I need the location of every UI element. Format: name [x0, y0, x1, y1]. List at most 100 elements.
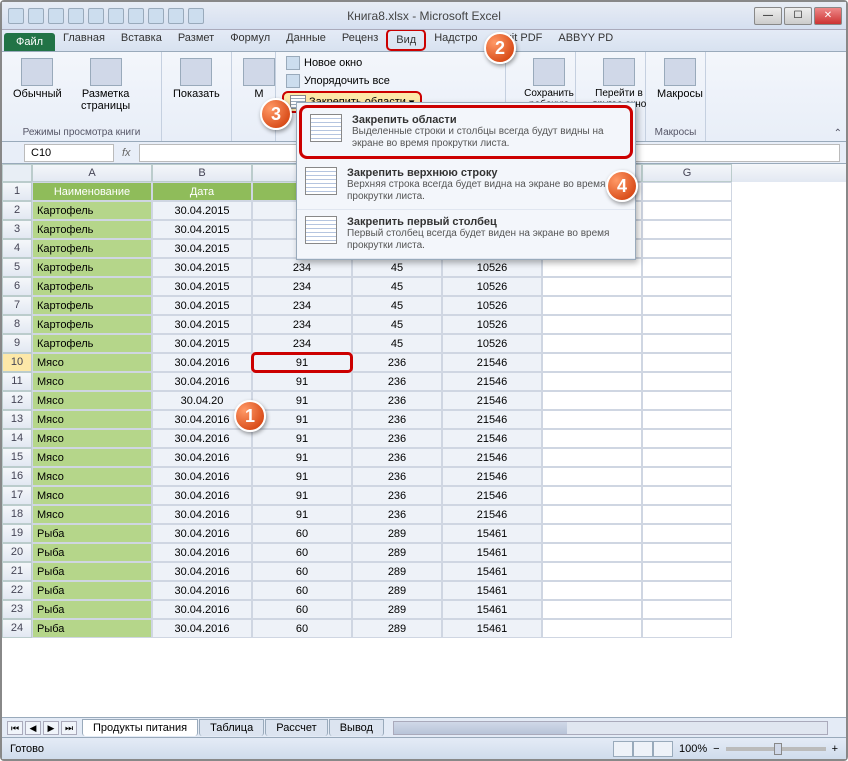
cell[interactable]: 10526	[442, 258, 542, 277]
cell[interactable]: 15461	[442, 581, 542, 600]
row-header[interactable]: 5	[2, 258, 32, 277]
sheet-tab[interactable]: Вывод	[329, 719, 384, 736]
zoom-in-button[interactable]: +	[832, 743, 838, 755]
cell[interactable]	[542, 334, 642, 353]
row-header[interactable]: 9	[2, 334, 32, 353]
cell[interactable]: 289	[352, 619, 442, 638]
cell[interactable]	[542, 448, 642, 467]
row-header[interactable]: 21	[2, 562, 32, 581]
cell[interactable]	[642, 505, 732, 524]
cell[interactable]: 45	[352, 315, 442, 334]
row-header[interactable]: 10	[2, 353, 32, 372]
cell[interactable]: Мясо	[32, 391, 152, 410]
close-button[interactable]: ✕	[814, 7, 842, 25]
cell[interactable]: 30.04.2016	[152, 448, 252, 467]
cell[interactable]	[642, 429, 732, 448]
cell[interactable]: 21546	[442, 410, 542, 429]
cell[interactable]	[542, 296, 642, 315]
cell[interactable]: 60	[252, 600, 352, 619]
cell[interactable]: 21546	[442, 391, 542, 410]
cell[interactable]: 236	[352, 505, 442, 524]
row-header[interactable]: 2	[2, 201, 32, 220]
cell[interactable]	[642, 258, 732, 277]
cell[interactable]: 15461	[442, 600, 542, 619]
view-normal-button[interactable]	[613, 741, 633, 757]
cell[interactable]: Мясо	[32, 353, 152, 372]
cell[interactable]: Картофель	[32, 296, 152, 315]
cell[interactable]	[542, 600, 642, 619]
cell[interactable]: 60	[252, 581, 352, 600]
cell[interactable]: 60	[252, 562, 352, 581]
cell[interactable]	[642, 467, 732, 486]
view-layout-button[interactable]	[633, 741, 653, 757]
row-header[interactable]: 14	[2, 429, 32, 448]
cell[interactable]: 10526	[442, 277, 542, 296]
cell[interactable]: Картофель	[32, 277, 152, 296]
cell[interactable]: 234	[252, 334, 352, 353]
cell[interactable]: 30.04.2016	[152, 600, 252, 619]
cell[interactable]: 30.04.2015	[152, 334, 252, 353]
qat-btn[interactable]	[128, 8, 144, 24]
cell[interactable]: 236	[352, 486, 442, 505]
cell[interactable]	[542, 581, 642, 600]
row-header[interactable]: 16	[2, 467, 32, 486]
cell[interactable]: 45	[352, 334, 442, 353]
cell[interactable]	[542, 391, 642, 410]
ribbon-tab-вставка[interactable]: Вставка	[113, 29, 170, 51]
cell[interactable]: Рыба	[32, 543, 152, 562]
scroll-thumb[interactable]	[394, 722, 567, 734]
column-header-B[interactable]: B	[152, 164, 252, 182]
zoom-thumb[interactable]	[774, 743, 782, 755]
row-header[interactable]: 7	[2, 296, 32, 315]
cell[interactable]: Мясо	[32, 429, 152, 448]
cell[interactable]	[642, 410, 732, 429]
freeze-panes-option[interactable]: Закрепить области Выделенные строки и ст…	[299, 105, 633, 159]
freeze-first-column-option[interactable]: Закрепить первый столбец Первый столбец …	[297, 210, 635, 259]
cell[interactable]	[642, 486, 732, 505]
cell[interactable]: Рыба	[32, 524, 152, 543]
maximize-button[interactable]: ☐	[784, 7, 812, 25]
cell[interactable]: 30.04.2015	[152, 220, 252, 239]
sheet-nav-prev[interactable]: ◀	[25, 721, 41, 735]
cell[interactable]	[542, 372, 642, 391]
cell[interactable]: 236	[352, 391, 442, 410]
cell[interactable]: 30.04.2016	[152, 524, 252, 543]
cell[interactable]: 30.04.2015	[152, 277, 252, 296]
cell[interactable]	[542, 429, 642, 448]
sheet-tab[interactable]: Таблица	[199, 719, 264, 736]
zoom-out-button[interactable]: −	[713, 743, 719, 755]
qat-btn[interactable]	[88, 8, 104, 24]
cell[interactable]	[542, 410, 642, 429]
cell[interactable]	[542, 505, 642, 524]
cell[interactable]: Мясо	[32, 467, 152, 486]
sheet-tab[interactable]: Рассчет	[265, 719, 328, 736]
cell[interactable]: 289	[352, 562, 442, 581]
ribbon-tab-вид[interactable]: Вид	[386, 29, 426, 51]
row-header[interactable]: 23	[2, 600, 32, 619]
cell[interactable]: 289	[352, 581, 442, 600]
cell[interactable]	[542, 524, 642, 543]
cell[interactable]	[642, 353, 732, 372]
row-header[interactable]: 20	[2, 543, 32, 562]
cell[interactable]: Рыба	[32, 581, 152, 600]
zoom-button[interactable]: М	[238, 55, 280, 103]
ribbon-tab-формул[interactable]: Формул	[222, 29, 278, 51]
cell[interactable]: 30.04.2016	[152, 619, 252, 638]
cell[interactable]: 21546	[442, 467, 542, 486]
cell[interactable]: 234	[252, 258, 352, 277]
column-header-A[interactable]: A	[32, 164, 152, 182]
cell[interactable]	[642, 619, 732, 638]
row-header[interactable]: 1	[2, 182, 32, 201]
cell[interactable]	[542, 562, 642, 581]
ribbon-tab-abbyy pd[interactable]: ABBYY PD	[550, 29, 621, 51]
cell[interactable]: 234	[252, 315, 352, 334]
cell[interactable]: 30.04.2016	[152, 353, 252, 372]
qat-undo-icon[interactable]	[48, 8, 64, 24]
name-box[interactable]: C10	[24, 144, 114, 162]
cell[interactable]	[642, 543, 732, 562]
cell[interactable]: 30.04.2016	[152, 372, 252, 391]
cell[interactable]: 10526	[442, 315, 542, 334]
qat-btn[interactable]	[188, 8, 204, 24]
arrange-all-button[interactable]: Упорядочить все	[282, 73, 394, 89]
cell[interactable]: Картофель	[32, 334, 152, 353]
